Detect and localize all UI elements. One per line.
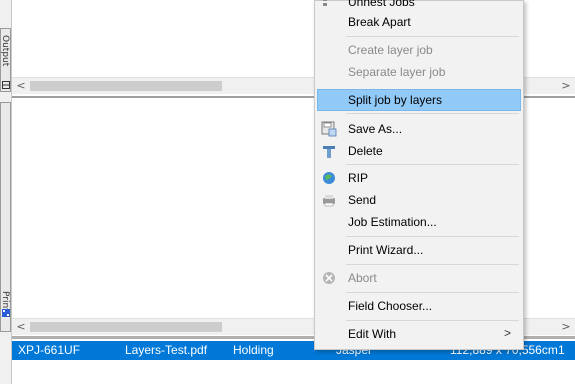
menu-label: Split job by layers [348,93,443,107]
menu-separator [346,36,519,37]
rip-globe-icon [323,172,335,184]
menu-label: Separate layer job [348,65,446,79]
menu-item-create-layer-job[interactable]: Create layer job [317,39,521,61]
menu-label: Send [348,193,377,207]
scroll-thumb[interactable] [30,322,222,332]
menu-item-rip[interactable]: RIP [317,167,521,189]
menu-item-send[interactable]: Send [317,189,521,211]
menu-separator [346,236,519,237]
menu-separator [346,164,519,165]
menu-label: RIP [348,171,369,185]
menu-item-field-chooser[interactable]: Field Chooser... [317,295,521,317]
send-printer-icon [323,195,335,207]
output-tab-icon [2,81,10,89]
scroll-thumb[interactable] [30,81,222,91]
menu-label: Break Apart [348,15,411,29]
left-tab-strip: Output Print [0,0,12,384]
menu-separator [346,113,519,114]
submenu-arrow-icon: > [503,326,511,340]
scroll-left-arrow[interactable]: < [14,320,28,334]
tab-print-queue[interactable]: Print [0,102,11,332]
menu-label: Abort [348,271,377,285]
job-status-cell: Holding [233,343,274,357]
menu-item-edit-with[interactable]: Edit With > [317,323,521,345]
menu-item-save-as[interactable]: Save As... [317,118,521,140]
menu-label: Job Estimation... [348,215,437,229]
menu-label: Save As... [348,122,403,136]
menu-separator [346,292,519,293]
menu-item-abort[interactable]: Abort [317,267,521,289]
job-copies-cell: 1 [558,343,565,357]
save-as-icon [321,121,337,137]
tab-output[interactable]: Output [0,28,11,92]
menu-label: Delete [348,144,383,158]
menu-item-job-estimation[interactable]: Job Estimation... [317,211,521,233]
delete-icon [323,146,335,158]
menu-item-delete[interactable]: Delete [317,140,521,162]
unnest-icon [323,0,327,6]
scroll-right-arrow[interactable]: > [559,320,573,334]
menu-label: Edit With [348,327,397,341]
menu-separator [346,320,519,321]
menu-item-print-wizard[interactable]: Print Wizard... [317,239,521,261]
menu-item-separate-layer-job[interactable]: Separate layer job [317,61,521,83]
tab-output-label: Output [0,35,10,67]
job-file-cell: Layers-Test.pdf [125,343,208,357]
scroll-left-arrow[interactable]: < [14,79,28,93]
menu-separator [346,264,519,265]
menu-item-split-job-by-layers[interactable]: Split job by layers [317,89,521,111]
menu-label: Field Chooser... [348,299,433,313]
menu-item-break-apart[interactable]: Break Apart [317,11,521,33]
context-menu: Unnest Jobs Break Apart Create layer job… [314,0,524,350]
scroll-right-arrow[interactable]: > [559,79,573,93]
abort-icon [323,272,335,284]
menu-label: Unnest Jobs [348,0,415,9]
job-name-cell: XPJ-661UF [18,343,81,357]
menu-label: Create layer job [348,43,433,57]
queue-tab-icon [2,309,10,317]
menu-label: Print Wizard... [348,243,424,257]
